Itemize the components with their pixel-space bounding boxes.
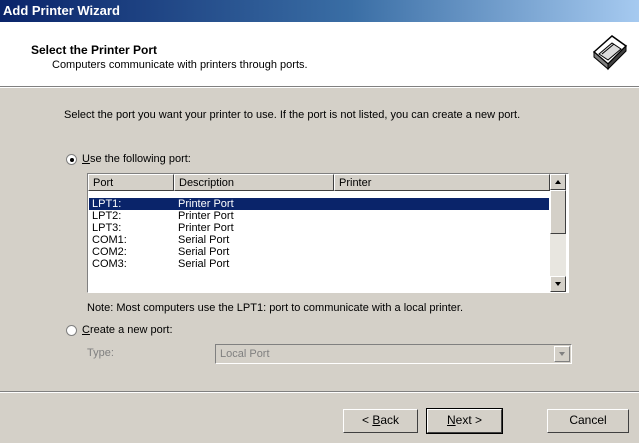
radio-dot — [70, 158, 74, 162]
port-list-scrollbar[interactable] — [550, 174, 566, 292]
port-type-label: Type: — [87, 347, 114, 359]
port-list[interactable]: Port Description Printer LPT1: Printer Po… — [87, 173, 569, 293]
page-title: Select the Printer Port — [31, 43, 158, 57]
port-type-select[interactable]: Local Port — [215, 344, 572, 364]
column-header-printer[interactable]: Printer — [334, 174, 550, 191]
port-row-lpt2[interactable]: LPT2: Printer Port — [89, 210, 549, 222]
port-row-lpt1[interactable]: LPT1: Printer Port — [89, 198, 549, 210]
page-subtitle: Computers communicate with printers thro… — [52, 59, 308, 71]
chevron-down-icon — [559, 352, 565, 356]
port-row-com1[interactable]: COM1: Serial Port — [89, 234, 549, 246]
scroll-down-button[interactable] — [550, 276, 566, 292]
port-row-com3[interactable]: COM3: Serial Port — [89, 258, 549, 270]
footer-divider — [0, 391, 639, 393]
arrow-down-icon — [555, 282, 561, 286]
column-header-description[interactable]: Description — [174, 174, 334, 191]
next-button[interactable]: Next > — [426, 408, 503, 434]
header-divider — [0, 86, 639, 88]
port-type-dropdown-button[interactable] — [554, 346, 570, 362]
window-title: Add Printer Wizard — [3, 3, 120, 18]
cancel-button[interactable]: Cancel — [547, 409, 629, 433]
printer-icon — [592, 35, 628, 71]
port-row-lpt3[interactable]: LPT3: Printer Port — [89, 222, 549, 234]
note-text: Note: Most computers use the LPT1: port … — [87, 302, 464, 314]
use-following-port-radio[interactable] — [66, 154, 77, 165]
back-button[interactable]: < Back — [343, 409, 418, 433]
scroll-thumb[interactable] — [550, 190, 566, 234]
create-new-port-radio[interactable] — [66, 325, 77, 336]
create-new-port-label[interactable]: Create a new port: — [82, 324, 173, 336]
title-bar: Add Printer Wizard — [0, 0, 639, 22]
wizard-header: Select the Printer Port Computers commun… — [0, 22, 639, 86]
use-following-port-label[interactable]: Use the following port: — [82, 153, 191, 165]
scroll-up-button[interactable] — [550, 174, 566, 190]
column-header-port[interactable]: Port — [88, 174, 174, 191]
port-type-value: Local Port — [220, 348, 270, 360]
port-row-com2[interactable]: COM2: Serial Port — [89, 246, 549, 258]
arrow-up-icon — [555, 180, 561, 184]
instruction-text: Select the port you want your printer to… — [64, 109, 521, 121]
